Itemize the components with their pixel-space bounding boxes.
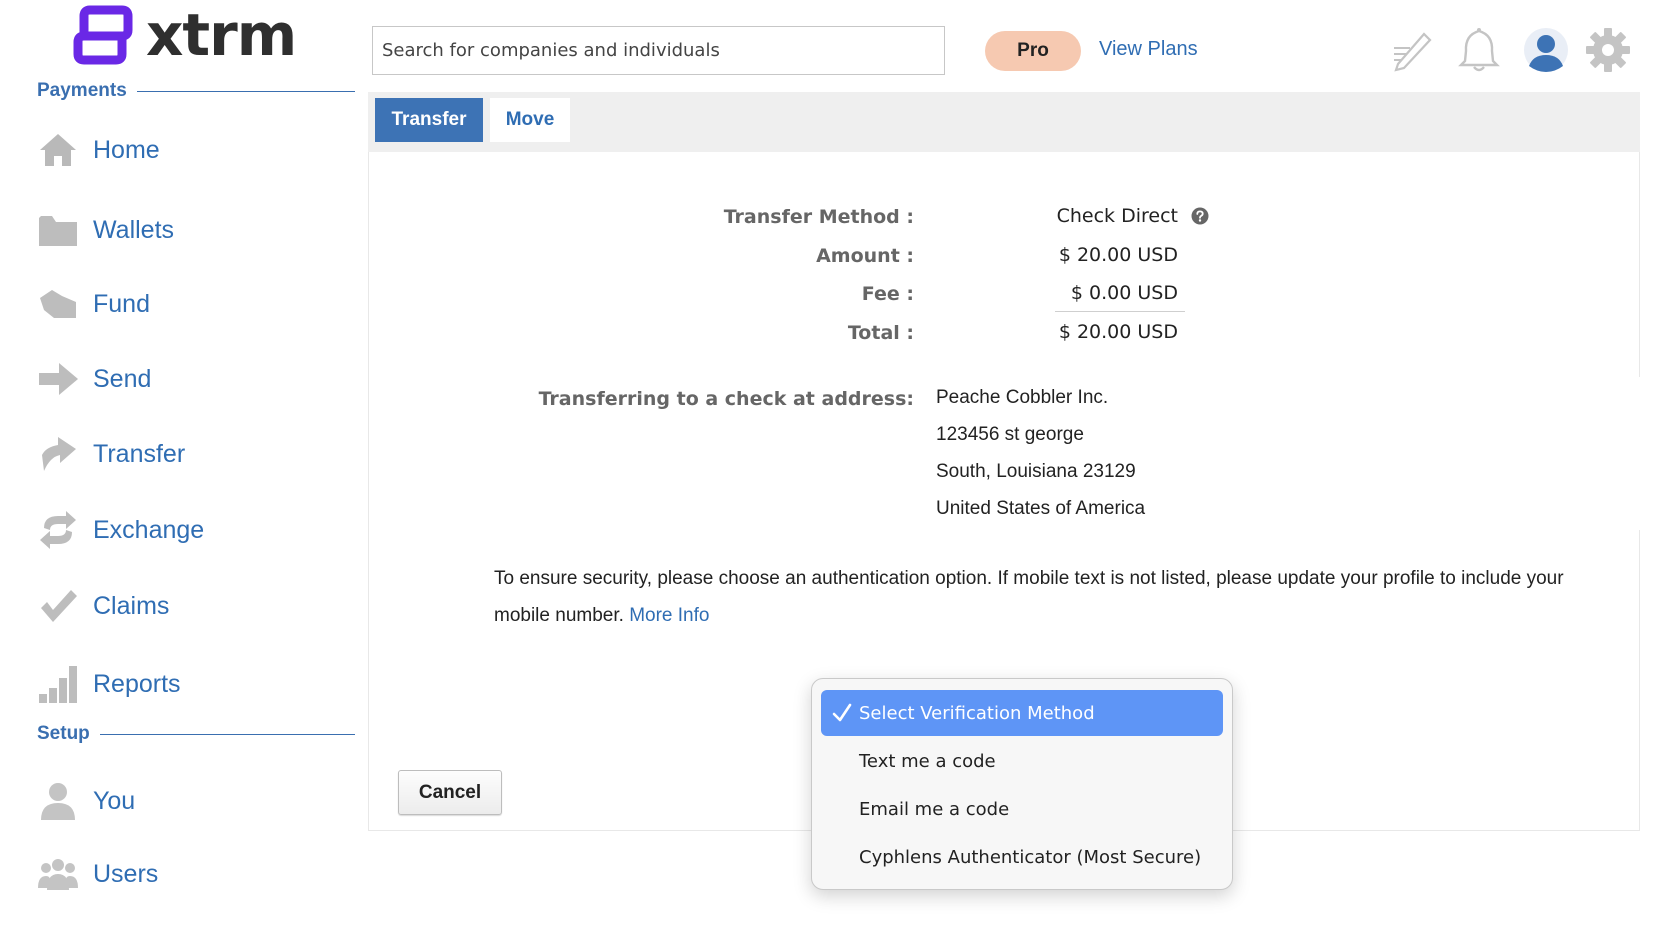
panel-border	[1639, 152, 1640, 377]
setup-section-heading: Setup	[37, 723, 355, 745]
total-divider	[1055, 311, 1185, 312]
sidebar-item-label: You	[93, 786, 136, 815]
amount-value: $ 20.00 USD	[1058, 244, 1178, 266]
verification-method-dropdown[interactable]: Select Verification Method Text me a cod…	[811, 678, 1233, 890]
amount-label: Amount :	[816, 245, 914, 267]
sidebar-item-label: Claims	[93, 591, 170, 620]
panel-border	[1639, 530, 1640, 830]
setup-heading-label: Setup	[37, 723, 90, 744]
total-value: $ 20.00 USD	[1058, 321, 1178, 343]
home-icon	[37, 129, 79, 171]
transfer-method-label: Transfer Method :	[723, 206, 914, 228]
option-label: Text me a code	[859, 750, 996, 772]
address-line: Peache Cobbler Inc.	[936, 387, 1109, 408]
address-line: South, Louisiana 23129	[936, 461, 1136, 482]
sidebar-item-label: Fund	[93, 289, 150, 318]
xtrm-logo[interactable]: xtrm	[70, 4, 310, 66]
option-label: Email me a code	[859, 798, 1010, 820]
sidebar-item-label: Transfer	[93, 439, 186, 468]
sidebar-item-label: Send	[93, 364, 152, 393]
checkmark-icon	[832, 703, 852, 722]
setup-heading-divider	[99, 733, 355, 735]
arrow-up-right-icon	[37, 433, 79, 475]
payments-heading-label: Payments	[37, 80, 127, 101]
checkmark-icon	[37, 585, 79, 627]
help-icon[interactable]	[1191, 207, 1209, 225]
tab-bar: Transfer Move	[368, 92, 1640, 152]
option-label: Cyphlens Authenticator (Most Secure)	[859, 846, 1202, 868]
total-label: Total :	[847, 322, 914, 344]
sidebar-item-label: Home	[93, 135, 160, 164]
exchange-icon	[37, 509, 79, 551]
sidebar-item-label: Reports	[93, 669, 181, 698]
sidebar-item-transfer[interactable]: Transfer	[37, 432, 185, 476]
tab-move[interactable]: Move	[490, 98, 570, 142]
address-line: 123456 st george	[936, 424, 1084, 445]
address-label: Transferring to a check at address:	[538, 388, 914, 410]
tab-transfer[interactable]: Transfer	[375, 98, 483, 142]
verification-option-select[interactable]: Select Verification Method	[821, 690, 1223, 736]
users-icon	[37, 853, 79, 895]
fee-value: $ 0.00 USD	[1070, 282, 1178, 304]
sidebar-item-label: Users	[93, 859, 159, 888]
gear-icon[interactable]	[1584, 26, 1632, 74]
transfer-method-value: Check Direct	[1056, 205, 1178, 227]
bar-chart-icon	[37, 663, 79, 705]
panel-border	[368, 152, 369, 830]
sidebar-item-fund[interactable]: Fund	[37, 282, 150, 326]
xtrm-logo-icon	[73, 5, 133, 65]
arrow-right-icon	[37, 358, 79, 400]
verification-option-authenticator[interactable]: Cyphlens Authenticator (Most Secure)	[821, 834, 1223, 880]
payments-section-heading: Payments	[37, 80, 355, 102]
option-label: Select Verification Method	[859, 702, 1095, 724]
security-notice: To ensure security, please choose an aut…	[494, 560, 1574, 634]
brand-name: xtrm	[146, 1, 297, 69]
person-icon	[37, 780, 79, 822]
sidebar-item-label: Wallets	[93, 215, 175, 244]
sidebar-item-you[interactable]: You	[37, 779, 135, 823]
sidebar-item-send[interactable]: Send	[37, 357, 151, 401]
folder-icon	[37, 209, 79, 251]
more-info-link[interactable]: More Info	[629, 605, 709, 626]
search-input[interactable]	[372, 26, 945, 75]
sidebar-item-home[interactable]: Home	[37, 128, 160, 172]
plan-badge[interactable]: Pro	[985, 31, 1081, 71]
sidebar-item-claims[interactable]: Claims	[37, 584, 169, 628]
fund-icon	[37, 283, 79, 325]
fee-label: Fee :	[861, 283, 914, 305]
sidebar-item-wallets[interactable]: Wallets	[37, 208, 174, 252]
sidebar-item-users[interactable]: Users	[37, 852, 158, 896]
cancel-button[interactable]: Cancel	[398, 770, 502, 815]
verification-option-text[interactable]: Text me a code	[821, 738, 1223, 784]
view-plans-link[interactable]: View Plans	[1099, 38, 1198, 61]
verification-option-email[interactable]: Email me a code	[821, 786, 1223, 832]
payments-heading-divider	[136, 90, 355, 92]
sign-pen-icon[interactable]	[1388, 26, 1436, 74]
user-avatar-icon[interactable]	[1522, 26, 1570, 74]
bell-icon[interactable]	[1455, 26, 1503, 74]
sidebar-item-exchange[interactable]: Exchange	[37, 508, 204, 552]
address-line: United States of America	[936, 498, 1146, 519]
sidebar-item-label: Exchange	[93, 515, 205, 544]
sidebar-item-reports[interactable]: Reports	[37, 662, 181, 706]
